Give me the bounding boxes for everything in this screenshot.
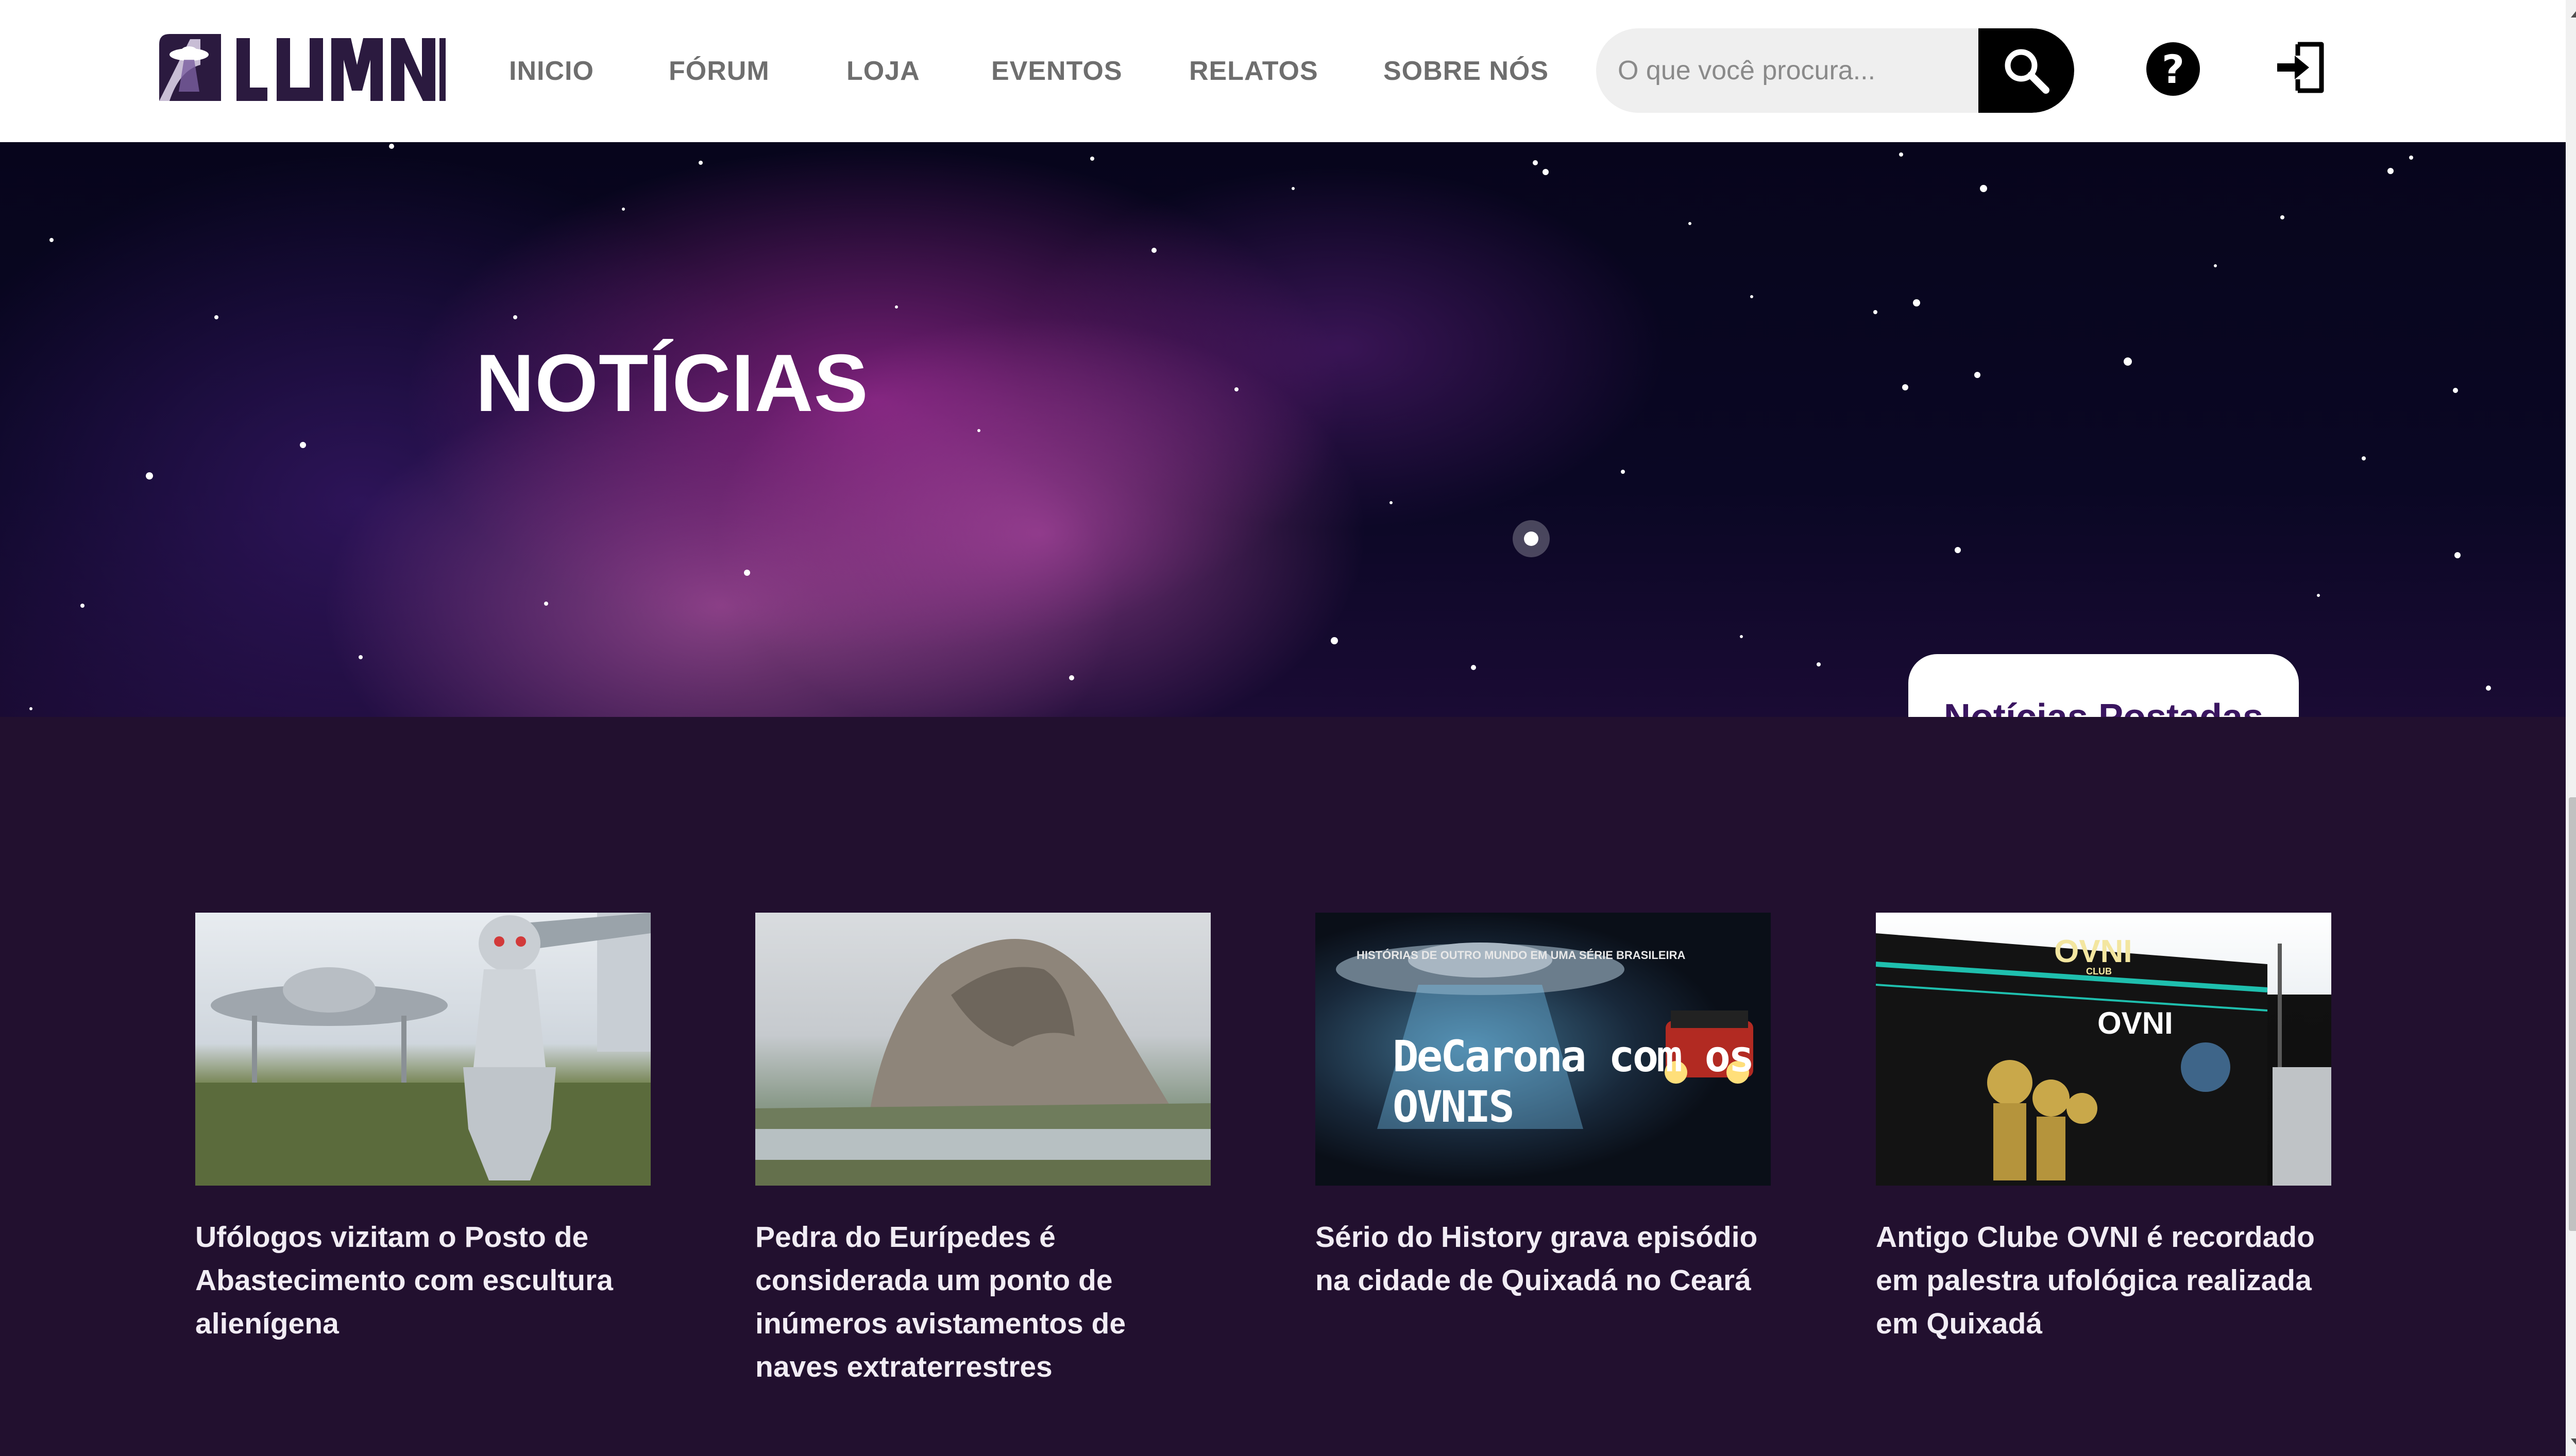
login-button[interactable] [2272, 39, 2329, 96]
site-header: INICIO FÓRUM LOJA EVENTOS RELATOS SOBRE … [0, 0, 2566, 142]
news-thumbnail[interactable]: HISTÓRIAS DE OUTRO MUNDO EM UMA SÉRIE BR… [1315, 913, 1771, 1186]
nav-item-loja[interactable]: LOJA [846, 56, 920, 87]
callout-badge: Notícias Postadas [1908, 654, 2299, 717]
alien-statue-image [195, 913, 651, 1186]
club-sign-wall: OVNI [2097, 1006, 2173, 1040]
news-card[interactable]: Ufólogos vizitam o Posto de Abasteciment… [195, 913, 651, 1345]
news-thumbnail[interactable]: OVNI CLUB OVNI [1876, 913, 2331, 1186]
club-sign-sub: CLUB [2086, 966, 2112, 977]
scroll-down-icon[interactable] [2571, 1438, 2576, 1447]
news-card[interactable]: HISTÓRIAS DE OUTRO MUNDO EM UMA SÉRIE BR… [1315, 913, 1771, 1302]
starfield-background [29, 144, 2491, 710]
news-section: Ufólogos vizitam o Posto de Abasteciment… [0, 717, 2566, 1456]
site-logo[interactable] [159, 34, 446, 106]
callout-text: Notícias Postadas [1944, 696, 2263, 717]
news-card[interactable]: Pedra do Eurípedes é considerada um pont… [755, 913, 1211, 1389]
nav-item-forum[interactable]: FÓRUM [669, 56, 770, 87]
news-title[interactable]: Antigo Clube OVNI é recordado em palestr… [1876, 1215, 2331, 1345]
poster-logo: DeCarona com os OVNIS [1393, 1031, 1755, 1132]
news-title[interactable]: Pedra do Eurípedes é considerada um pont… [755, 1215, 1211, 1389]
help-button[interactable]: ? [2146, 42, 2200, 96]
rock-formation-image [755, 939, 1211, 1186]
question-icon: ? [2161, 46, 2185, 92]
scroll-thumb[interactable] [2569, 797, 2576, 1231]
nav-item-relatos[interactable]: RELATOS [1189, 56, 1318, 87]
news-card[interactable]: OVNI CLUB OVNI Antigo Clube OVNI é recor… [1876, 913, 2331, 1345]
news-thumbnail[interactable] [755, 913, 1211, 1186]
poster-tagline: HISTÓRIAS DE OUTRO MUNDO EM UMA SÉRIE BR… [1357, 949, 1686, 962]
news-thumbnail[interactable] [195, 913, 651, 1186]
search-input[interactable] [1618, 28, 1968, 113]
news-title[interactable]: Sério do History grava episódio na cidad… [1315, 1215, 1771, 1302]
sign-in-icon [2277, 42, 2324, 93]
scroll-up-icon[interactable] [2571, 9, 2576, 18]
search-icon [2005, 49, 2049, 94]
page-scrollbar[interactable] [2566, 0, 2576, 1456]
nav-item-inicio[interactable]: INICIO [509, 56, 594, 87]
search-button[interactable] [1978, 28, 2074, 113]
news-title[interactable]: Ufólogos vizitam o Posto de Abasteciment… [195, 1215, 651, 1345]
nav-item-sobre-nos[interactable]: SOBRE NÓS [1383, 56, 1549, 87]
lumni-logo-icon [159, 34, 446, 101]
nav-item-eventos[interactable]: EVENTOS [991, 56, 1123, 87]
page-title: NOTÍCIAS [476, 338, 869, 429]
hero-banner: NOTÍCIAS Notícias Postadas [0, 142, 2566, 717]
search-box [1596, 28, 2074, 113]
club-sign-top: OVNI [2054, 934, 2132, 969]
